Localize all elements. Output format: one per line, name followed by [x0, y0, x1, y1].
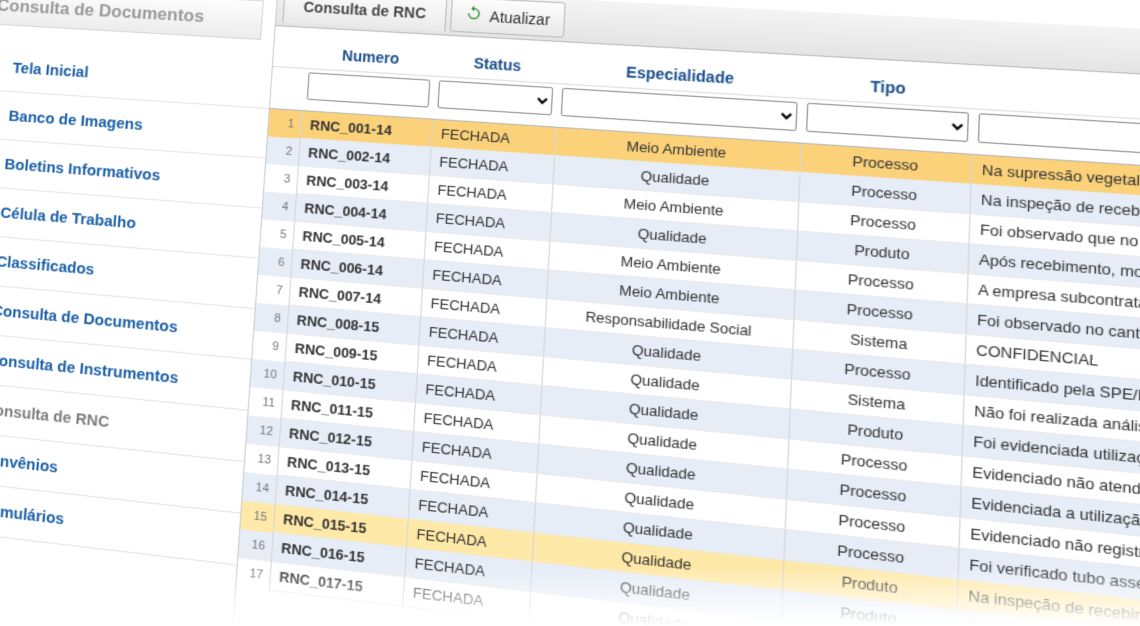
row-index: 7: [256, 274, 290, 305]
sidebar-nav: Tela Inicial Banco de Imagens Boletins Inf…: [0, 41, 272, 565]
home-icon: [0, 56, 2, 76]
grid: Numero Status Especialidade Tipo Descriç…: [236, 26, 1140, 626]
row-index: 12: [246, 415, 281, 447]
sidebar-item-label: Classificados: [0, 252, 95, 278]
sidebar-item-label: Boletins Informativos: [4, 155, 161, 184]
row-index: 16: [238, 529, 273, 562]
row-index: 4: [262, 191, 296, 221]
sidebar-item-label: Consulta de Documentos: [0, 301, 178, 336]
row-index: 6: [258, 246, 292, 277]
row-index: 2: [266, 136, 300, 166]
sidebar-item-label: Tela Inicial: [12, 59, 89, 81]
tab-consulta-rnc[interactable]: Consulta de RNC: [282, 0, 448, 31]
sidebar-item-label: Consulta de Instrumentos: [0, 350, 179, 387]
row-index: 8: [254, 302, 288, 333]
sidebar-item-label: Banco de Imagens: [8, 107, 143, 134]
sidebar-item-label: Convênios: [0, 450, 59, 477]
row-index: 3: [264, 163, 298, 193]
sidebar-item-label: Formulários: [0, 500, 65, 528]
filter-tipo[interactable]: [806, 103, 968, 142]
filter-status[interactable]: [438, 80, 554, 115]
row-index: 9: [252, 330, 286, 361]
row-index: 1: [268, 108, 302, 138]
main-panel: Consulta de RNC Atualizar: [216, 0, 1140, 626]
row-index: 17: [236, 557, 271, 590]
row-index: 15: [240, 500, 275, 532]
row-index: 13: [244, 443, 279, 475]
refresh-button[interactable]: Atualizar: [450, 0, 565, 38]
row-index: 11: [248, 386, 282, 418]
row-index: 5: [260, 219, 294, 249]
sidebar-item-label: Consulta de RNC: [0, 400, 110, 431]
sidebar: Consulta de Documentos Tela Inicial Banco…: [0, 0, 278, 626]
row-index: 14: [242, 472, 277, 504]
filter-numero[interactable]: [307, 72, 431, 107]
sidebar-title: Consulta de Documentos: [0, 0, 264, 40]
refresh-icon: [465, 5, 484, 26]
row-index: 10: [250, 358, 284, 389]
sidebar-item-label: Célula de Trabalho: [0, 204, 137, 233]
refresh-label: Atualizar: [489, 8, 550, 28]
